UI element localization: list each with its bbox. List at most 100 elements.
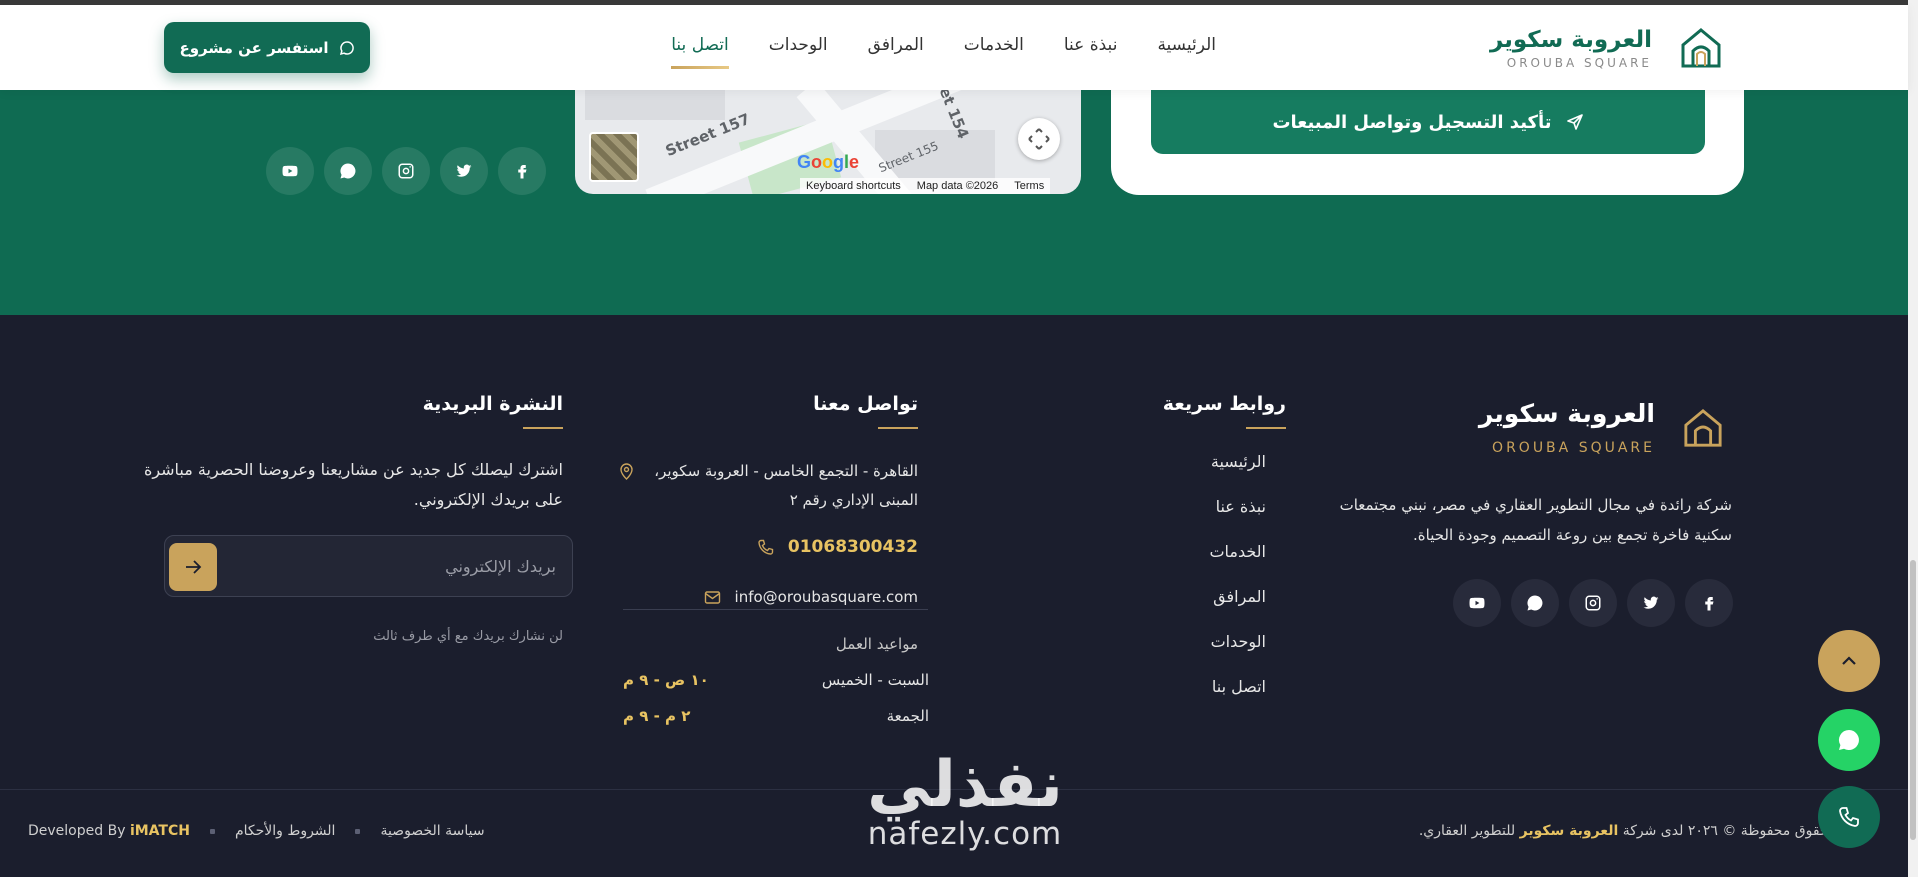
house-logo-icon (1681, 28, 1721, 68)
footer-link-services[interactable]: الخدمات (1209, 537, 1266, 582)
inquire-button[interactable]: استفسر عن مشروع (164, 22, 370, 73)
site-logo[interactable]: العروبة سكوير OROUBA SQUARE (1490, 22, 1722, 74)
chat-bubble-icon (1839, 730, 1859, 750)
newsletter-submit-button[interactable] (169, 543, 217, 591)
title-underline (523, 427, 563, 429)
contact-title: تواصل معنا (813, 393, 918, 429)
contact-address: القاهرة - التجمع الخامس - العروبة سكوير،… (618, 457, 918, 515)
footer-link-about[interactable]: نبذة عنا (1209, 492, 1266, 537)
confirm-button-label: تأكيد التسجيل وتواصل المبيعات (1272, 111, 1552, 133)
nav-services[interactable]: الخدمات (964, 35, 1024, 69)
newsletter-title: النشرة البريدية (422, 393, 563, 429)
terms-link[interactable]: الشروط والأحكام (235, 823, 335, 839)
footer-brand-title: العروبة سكوير (1478, 399, 1655, 428)
contact-email[interactable]: info@oroubasquare.com (704, 583, 918, 612)
instagram-icon[interactable] (382, 147, 430, 195)
watermark: نفذلي nafezly.com (845, 750, 1085, 852)
privacy-policy-link[interactable]: سياسة الخصوصية (380, 823, 484, 839)
contact-phone[interactable]: 01068300432 (757, 533, 918, 562)
working-hours-title: مواعيد العمل (835, 635, 918, 653)
newsletter-form (164, 535, 573, 597)
chevron-up-icon (1842, 656, 1856, 665)
contact-form-card: تأكيد التسجيل وتواصل المبيعات (1111, 90, 1744, 195)
footer-brand-subtitle: OROUBA SQUARE (1492, 440, 1655, 456)
chat-bubble-icon (339, 40, 354, 55)
newsletter-email-input[interactable] (236, 536, 556, 596)
map-attribution: Keyboard shortcuts Map data ©2026 Terms (800, 178, 1051, 194)
send-icon (1566, 114, 1583, 130)
nav-about[interactable]: نبذة عنا (1064, 35, 1118, 69)
watermark-ar: نفذلي (867, 748, 1063, 822)
google-map[interactable]: Street 157 Street 155 et 154 Google Keyb… (575, 90, 1081, 194)
phone-icon (1839, 807, 1859, 827)
newsletter-title-text: النشرة البريدية (422, 393, 563, 415)
whatsapp-button[interactable] (1818, 709, 1880, 771)
map-satellite-toggle[interactable] (589, 132, 639, 182)
arrow-right-icon (186, 560, 202, 574)
footer-link-facilities[interactable]: المرافق (1209, 582, 1266, 627)
copyright-suffix: للتطوير العقاري. (1418, 823, 1516, 839)
watermark-en: nafezly.com (867, 816, 1063, 852)
social-links-top (266, 147, 546, 195)
social-links-footer (1453, 579, 1733, 627)
copyright-brand: العروبة سكوير (1519, 823, 1619, 839)
confirm-registration-button[interactable]: تأكيد التسجيل وتواصل المبيعات (1151, 90, 1705, 154)
hours-day: الجمعة (886, 707, 929, 725)
instagram-icon[interactable] (1569, 579, 1617, 627)
nav-units[interactable]: الوحدات (769, 35, 828, 69)
facebook-icon[interactable] (1685, 579, 1733, 627)
hours-day: السبت - الخميس (821, 671, 929, 689)
chat-bubble-icon[interactable] (1511, 579, 1559, 627)
google-logo: Google (797, 152, 860, 172)
map-terms-link[interactable]: Terms (1014, 180, 1044, 192)
twitter-icon[interactable] (1627, 579, 1675, 627)
scrollbar-thumb[interactable] (1910, 560, 1916, 840)
hours-row: الجمعة ٢ م - ٩ م (623, 707, 929, 725)
divider (623, 609, 928, 610)
nav-contact[interactable]: اتصل بنا (671, 35, 729, 69)
keyboard-shortcuts-link[interactable]: Keyboard shortcuts (806, 180, 901, 192)
email-icon (704, 591, 720, 604)
footer-link-contact[interactable]: اتصل بنا (1209, 672, 1266, 717)
separator-dot (209, 828, 215, 834)
hours-time: ١٠ ص - ٩ م (623, 671, 709, 689)
logo-title: العروبة سكوير (1489, 27, 1652, 53)
hours-time: ٢ م - ٩ م (623, 707, 691, 725)
youtube-icon[interactable] (266, 147, 314, 195)
hours-row: السبت - الخميس ١٠ ص - ٩ م (623, 671, 929, 689)
call-button[interactable] (1818, 786, 1880, 848)
scrollbar[interactable] (1908, 0, 1918, 877)
legal-links: سياسة الخصوصية الشروط والأحكام Developed… (28, 823, 485, 839)
footer-link-home[interactable]: الرئيسية (1209, 447, 1266, 492)
separator-dot (355, 828, 361, 834)
quick-links-title-text: روابط سريعة (1162, 393, 1286, 415)
scroll-to-top-button[interactable] (1818, 630, 1880, 692)
footer-link-units[interactable]: الوحدات (1209, 627, 1266, 672)
map-block (585, 90, 725, 120)
nav-facilities[interactable]: المرافق (868, 35, 924, 69)
phone-icon (758, 539, 774, 555)
title-underline (1246, 427, 1286, 429)
inquire-button-label: استفسر عن مشروع (179, 38, 329, 57)
facebook-icon[interactable] (498, 147, 546, 195)
address-text: القاهرة - التجمع الخامس - العروبة سكوير،… (654, 462, 918, 509)
company-description: شركة رائدة في مجال التطوير العقاري في مص… (1339, 496, 1732, 544)
map-data-label: Map data ©2026 (916, 180, 999, 192)
house-logo-icon (1684, 408, 1722, 447)
youtube-icon[interactable] (1453, 579, 1501, 627)
chat-bubble-icon[interactable] (324, 147, 372, 195)
newsletter-privacy-note: لن نشارك بريدك مع أي طرف ثالث (373, 629, 563, 644)
newsletter-description: اشترك ليصلك كل جديد عن مشاريعنا وعروضنا … (143, 460, 563, 509)
email-address: info@oroubasquare.com (734, 588, 918, 606)
twitter-icon[interactable] (440, 147, 488, 195)
location-pin-icon (620, 463, 633, 480)
quick-links-list: الرئيسية نبذة عنا الخدمات المرافق الوحدا… (1209, 447, 1266, 717)
nav-home[interactable]: الرئيسية (1157, 35, 1216, 69)
quick-links-title: روابط سريعة (1162, 393, 1286, 429)
footer-logo[interactable]: العروبة سكوير OROUBA SQUARE (1479, 399, 1723, 456)
fullscreen-icon (1028, 128, 1050, 150)
contact-title-text: تواصل معنا (813, 393, 918, 415)
map-fullscreen-button[interactable] (1018, 118, 1060, 160)
developer-name: iMATCH (129, 823, 190, 839)
developer-credit[interactable]: Developed By iMATCH (28, 823, 190, 839)
